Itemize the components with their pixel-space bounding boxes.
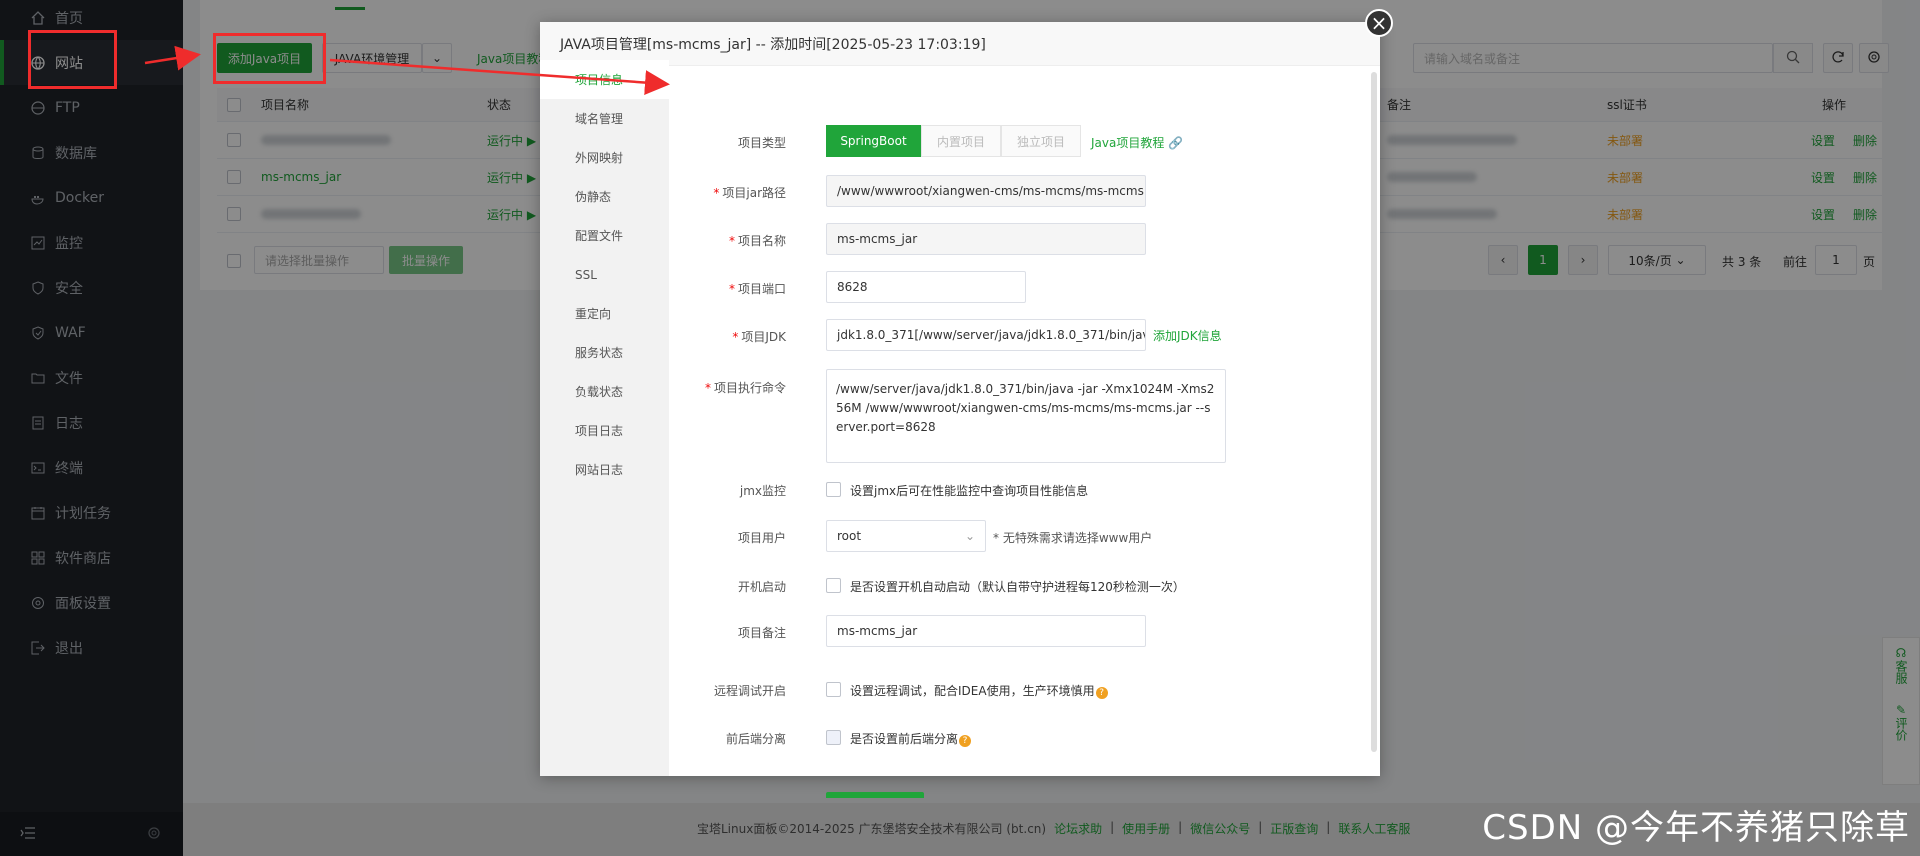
arrow-to-project-info (329, 58, 670, 96)
annotation-arrows (144, 45, 670, 96)
watermark: CSDN @今年不养猪只除草 (1482, 808, 1910, 848)
arrow-to-add-button (144, 45, 201, 71)
